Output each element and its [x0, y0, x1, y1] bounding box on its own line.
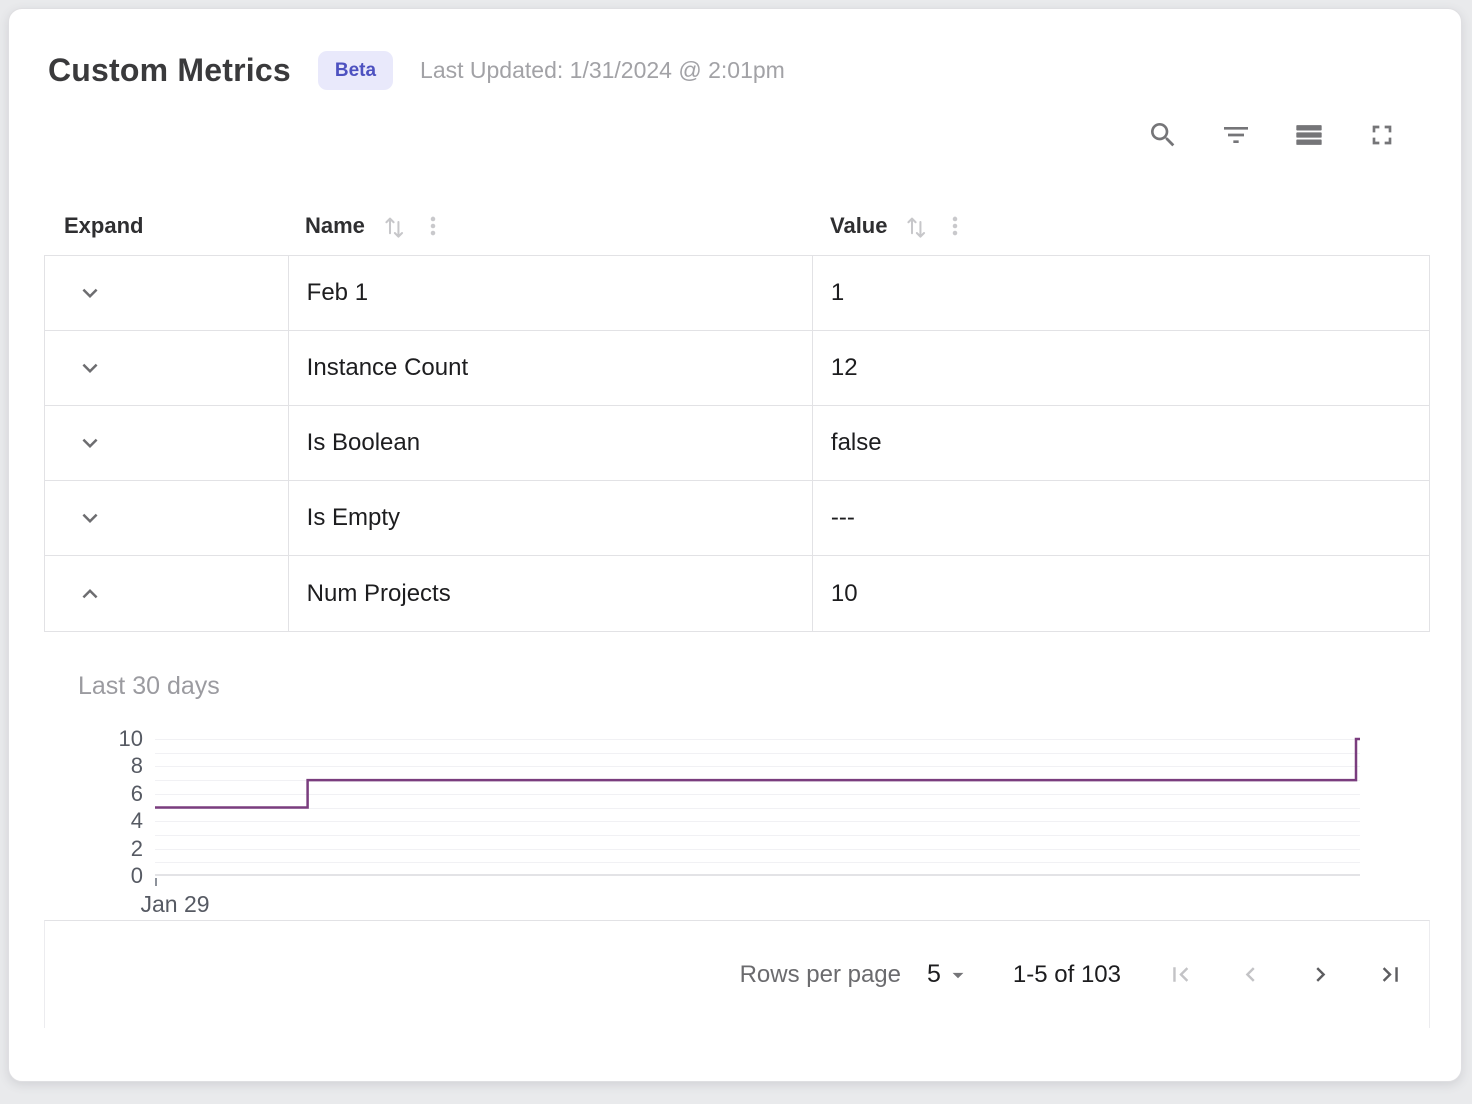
collapse-row-button[interactable]	[73, 577, 107, 611]
chevron-down-icon	[75, 428, 105, 458]
first-page-icon	[1166, 960, 1195, 989]
chevron-down-icon	[75, 353, 105, 383]
chevron-down-icon	[75, 278, 105, 308]
page-header: Custom Metrics Beta Last Updated: 1/31/2…	[48, 51, 1413, 90]
step-line-series	[155, 739, 1360, 876]
first-page-button[interactable]	[1165, 960, 1195, 990]
metrics-grid: Expand Name Value	[44, 197, 1430, 1028]
column-header-name[interactable]: Name	[287, 213, 812, 240]
table-row: Instance Count 12	[45, 331, 1429, 406]
expand-row-button[interactable]	[73, 351, 107, 385]
y-axis-tick-label: 2	[83, 835, 143, 863]
chevron-up-icon	[75, 579, 105, 609]
y-axis-tick-label: 4	[83, 807, 143, 835]
metric-name: Num Projects	[288, 556, 812, 631]
column-header-expand: Expand	[44, 213, 287, 239]
expand-row-button[interactable]	[73, 426, 107, 460]
chart-plot: 0246810 Jan 29	[155, 739, 1360, 876]
pagination-range-label: 1-5 of 103	[1013, 961, 1121, 989]
custom-metrics-card: Custom Metrics Beta Last Updated: 1/31/2…	[8, 8, 1462, 1082]
column-menu-icon[interactable]	[942, 213, 968, 239]
grid-header-row: Expand Name Value	[44, 197, 1430, 255]
sort-icon[interactable]	[381, 213, 408, 240]
metric-name: Is Boolean	[288, 406, 812, 480]
metric-name: Is Empty	[288, 481, 812, 555]
filter-icon[interactable]	[1219, 118, 1253, 152]
column-label-expand: Expand	[64, 213, 143, 239]
fullscreen-icon[interactable]	[1365, 118, 1399, 152]
expand-row-button[interactable]	[73, 501, 107, 535]
column-label-name: Name	[305, 213, 365, 239]
pagination-footer: Rows per page 5 1-5 of 103	[44, 920, 1430, 1028]
table-row: Num Projects 10	[45, 556, 1429, 631]
chevron-down-icon	[75, 503, 105, 533]
detail-panel: Last 30 days 0246810 Jan 29	[44, 632, 1430, 920]
chevron-left-icon	[1236, 960, 1265, 989]
metric-name: Instance Count	[288, 331, 812, 405]
chart-title: Last 30 days	[44, 672, 1430, 701]
y-axis-tick-label: 0	[83, 862, 143, 890]
column-header-value[interactable]: Value	[812, 213, 1430, 240]
page-title: Custom Metrics	[48, 52, 291, 89]
metric-name: Feb 1	[288, 256, 812, 330]
pagination-nav	[1165, 960, 1405, 990]
y-axis-tick-label: 8	[83, 752, 143, 780]
rows-per-page-select[interactable]: 5	[927, 960, 971, 989]
x-axis-label: Jan 29	[115, 891, 235, 918]
sort-icon[interactable]	[903, 213, 930, 240]
table-row: Is Boolean false	[45, 406, 1429, 481]
chevron-right-icon	[1306, 960, 1335, 989]
last-page-button[interactable]	[1375, 960, 1405, 990]
metric-value: 12	[812, 331, 1429, 405]
metric-value: 10	[812, 556, 1429, 631]
metric-value: ---	[812, 481, 1429, 555]
metric-value: 1	[812, 256, 1429, 330]
rows-per-page-value: 5	[927, 960, 941, 989]
search-icon[interactable]	[1146, 118, 1180, 152]
next-page-button[interactable]	[1305, 960, 1335, 990]
y-axis-tick-label: 10	[83, 725, 143, 753]
x-axis-tick	[155, 878, 157, 886]
step-line	[155, 739, 1360, 808]
table-row: Is Empty ---	[45, 481, 1429, 556]
previous-page-button[interactable]	[1235, 960, 1265, 990]
grid-body: Feb 1 1 Instance Count 12 Is Boolean fal…	[44, 255, 1430, 632]
grid-toolbar	[9, 118, 1399, 152]
last-page-icon	[1376, 960, 1405, 989]
expand-row-button[interactable]	[73, 276, 107, 310]
rows-per-page-label: Rows per page	[740, 961, 901, 989]
y-axis-tick-label: 6	[83, 780, 143, 808]
column-menu-icon[interactable]	[420, 213, 446, 239]
dropdown-arrow-icon	[945, 962, 971, 988]
last-updated-text: Last Updated: 1/31/2024 @ 2:01pm	[420, 57, 785, 84]
table-row: Feb 1 1	[45, 256, 1429, 331]
metric-value: false	[812, 406, 1429, 480]
beta-badge: Beta	[318, 51, 393, 90]
column-label-value: Value	[830, 213, 887, 239]
density-icon[interactable]	[1292, 118, 1326, 152]
